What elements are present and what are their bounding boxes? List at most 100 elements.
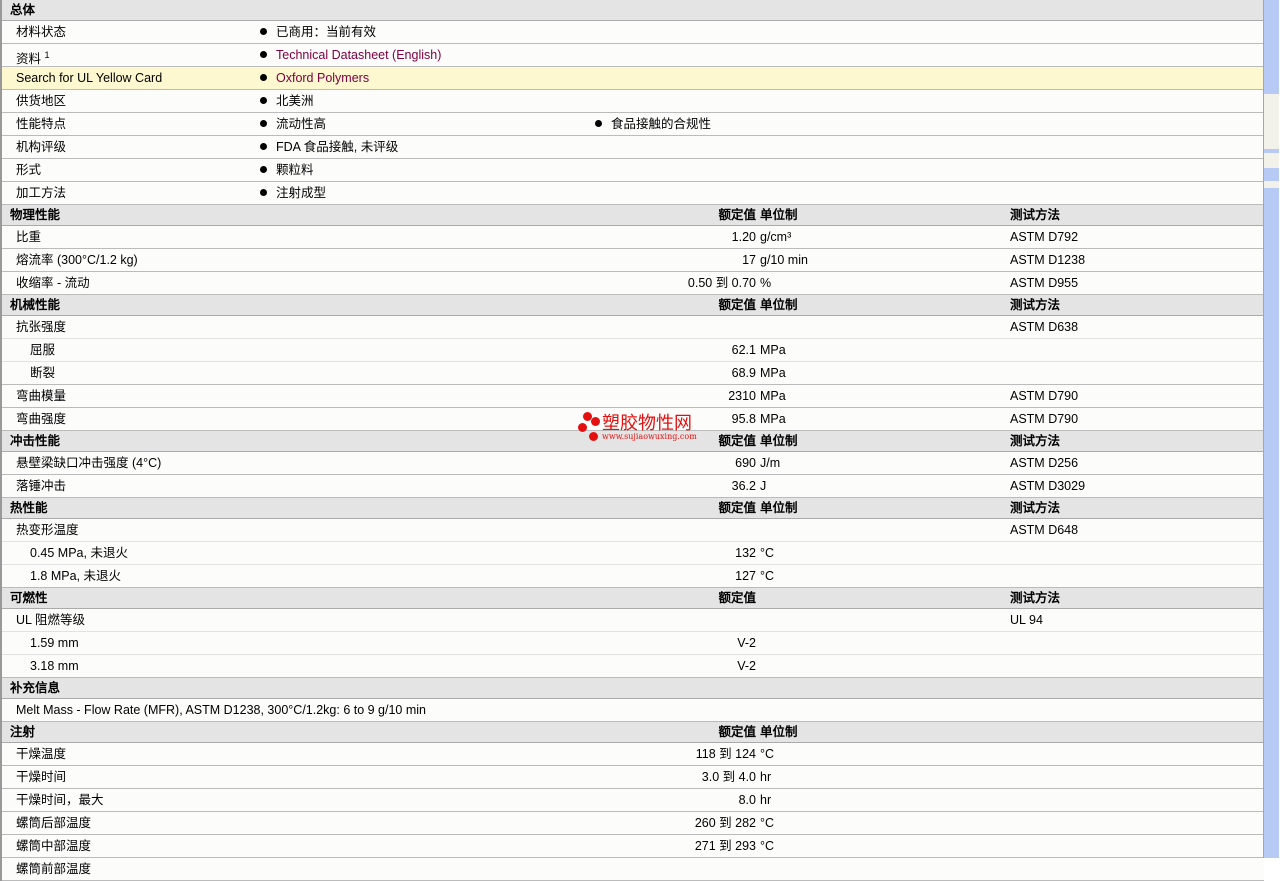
property-value: V-2 — [737, 636, 756, 650]
item-link[interactable]: Oxford Polymers — [276, 71, 369, 85]
general-row[interactable]: Search for UL Yellow Card Oxford Polymers — [2, 67, 1264, 90]
row-item[interactable]: Oxford Polymers — [260, 67, 369, 89]
section-title: 冲击性能 — [10, 434, 61, 448]
item-text: 流动性高 — [276, 117, 327, 131]
watermark-url: www.sujiaowuxing.com — [602, 431, 697, 441]
property-row: 弯曲模量 2310 MPa ASTM D790 — [2, 385, 1264, 408]
row-label: 材料状态 — [16, 25, 67, 39]
general-row[interactable]: 资料 1 Technical Datasheet (English) — [2, 44, 1264, 67]
watermark-logo: 塑胶物性网 www.sujiaowuxing.com — [578, 412, 697, 442]
property-label: 3.18 mm — [30, 659, 79, 673]
property-unit: MPa — [760, 389, 786, 403]
test-method: ASTM D790 — [1010, 412, 1079, 426]
property-row: 螺筒前部温度 — [2, 858, 1264, 881]
section-title: 热性能 — [10, 501, 48, 515]
section-title: 总体 — [10, 3, 36, 17]
property-unit: MPa — [760, 343, 786, 357]
property-row: 螺筒后部温度 260 到 282 °C — [2, 812, 1264, 835]
property-value: 690 — [735, 456, 756, 470]
property-value: 8.0 — [738, 793, 756, 807]
item-text: 注射成型 — [276, 186, 327, 200]
test-method: ASTM D792 — [1010, 230, 1079, 244]
item-text: 北美洲 — [276, 94, 314, 108]
property-row: 断裂 68.9 MPa — [2, 362, 1264, 385]
property-value: 127 — [735, 569, 756, 583]
row-label: 资料 — [16, 52, 42, 67]
row-label: 供货地区 — [16, 94, 67, 108]
row-item: 注射成型 — [260, 182, 326, 204]
property-label: 0.45 MPa, 未退火 — [30, 546, 128, 560]
property-label: 1.59 mm — [30, 636, 79, 650]
row-item: 北美洲 — [260, 90, 314, 112]
property-value: 17 — [742, 253, 756, 267]
item-text: 颗粒料 — [276, 163, 314, 177]
test-method: ASTM D1238 — [1010, 253, 1086, 267]
general-row: 加工方法 注射成型 — [2, 182, 1264, 205]
general-row: 性能特点 流动性高 食品接触的合规性 — [2, 113, 1264, 136]
watermark-text: 塑胶物性网 — [602, 412, 692, 433]
bullet-icon — [595, 120, 602, 127]
property-label: 收缩率 - 流动 — [16, 276, 90, 290]
section-header: 可燃性 额定值 测试方法 — [2, 588, 1264, 609]
property-label: Melt Mass - Flow Rate (MFR), ASTM D1238,… — [16, 703, 427, 717]
property-label: 螺筒中部温度 — [16, 839, 92, 853]
property-row: 干燥时间 3.0 到 4.0 hr — [2, 766, 1264, 789]
section-title: 可燃性 — [10, 591, 48, 605]
property-label: 1.8 MPa, 未退火 — [30, 569, 121, 583]
property-unit: °C — [760, 816, 775, 830]
property-row: 落锤冲击 36.2 J ASTM D3029 — [2, 475, 1264, 498]
property-row: 1.59 mm V-2 — [2, 632, 1264, 655]
property-label: 热变形温度 — [16, 523, 79, 537]
property-row: 热变形温度 ASTM D648 — [2, 519, 1264, 542]
section-header: 机械性能 额定值 单位制 测试方法 — [2, 295, 1264, 316]
logo-dots-icon — [578, 412, 602, 442]
property-label: 熔流率 (300°C/1.2 kg) — [16, 253, 138, 267]
property-value: 95.8 — [731, 412, 756, 426]
row-item[interactable]: Technical Datasheet (English) — [260, 44, 441, 66]
property-row: 干燥时间，最大 8.0 hr — [2, 789, 1264, 812]
property-unit: g/10 min — [760, 253, 808, 267]
property-label: 干燥温度 — [16, 747, 67, 761]
item-link[interactable]: Technical Datasheet (English) — [276, 48, 441, 62]
section-title: 注射 — [10, 725, 36, 739]
header-value: 额定值 — [718, 208, 756, 222]
header-value: 额定值 — [718, 501, 756, 515]
property-row: 0.45 MPa, 未退火 132 °C — [2, 542, 1264, 565]
property-label: 弯曲强度 — [16, 412, 67, 426]
property-row: UL 阻燃等级 UL 94 — [2, 609, 1264, 632]
header-method: 测试方法 — [1010, 208, 1061, 222]
property-row: 抗张强度 ASTM D638 — [2, 316, 1264, 339]
row-item: 食品接触的合规性 — [595, 113, 711, 135]
header-value: 额定值 — [718, 434, 756, 448]
property-unit: hr — [760, 793, 772, 807]
test-method: ASTM D955 — [1010, 276, 1079, 290]
property-value: 2310 — [728, 389, 756, 403]
property-unit: °C — [760, 747, 775, 761]
property-row: 3.18 mm V-2 — [2, 655, 1264, 678]
property-value: 118 到 124 — [695, 747, 756, 761]
property-row: 比重 1.20 g/cm³ ASTM D792 — [2, 226, 1264, 249]
test-method: ASTM D3029 — [1010, 479, 1086, 493]
property-unit: J/m — [760, 456, 781, 470]
property-unit: hr — [760, 770, 772, 784]
property-label: 螺筒后部温度 — [16, 816, 92, 830]
header-method: 测试方法 — [1010, 298, 1061, 312]
header-value: 额定值 — [718, 591, 756, 605]
bullet-icon — [260, 51, 267, 58]
property-label: 干燥时间，最大 — [16, 793, 104, 807]
section-header: 注射 额定值 单位制 — [2, 722, 1264, 743]
vertical-scrollbar[interactable] — [1263, 0, 1279, 858]
property-label: 悬壁梁缺口冲击强度 (4°C) — [16, 456, 162, 470]
property-value: 0.50 到 0.70 — [687, 276, 756, 290]
property-value: 271 到 293 — [694, 839, 756, 853]
row-item: 颗粒料 — [260, 159, 314, 181]
header-unit: 单位制 — [760, 725, 798, 739]
property-value: 36.2 — [731, 479, 756, 493]
property-label: 干燥时间 — [16, 770, 67, 784]
section-title: 物理性能 — [10, 208, 61, 222]
property-row: 悬壁梁缺口冲击强度 (4°C) 690 J/m ASTM D256 — [2, 452, 1264, 475]
property-unit: g/cm³ — [760, 230, 792, 244]
bullet-icon — [260, 143, 267, 150]
header-method: 测试方法 — [1010, 501, 1061, 515]
property-unit: °C — [760, 546, 775, 560]
